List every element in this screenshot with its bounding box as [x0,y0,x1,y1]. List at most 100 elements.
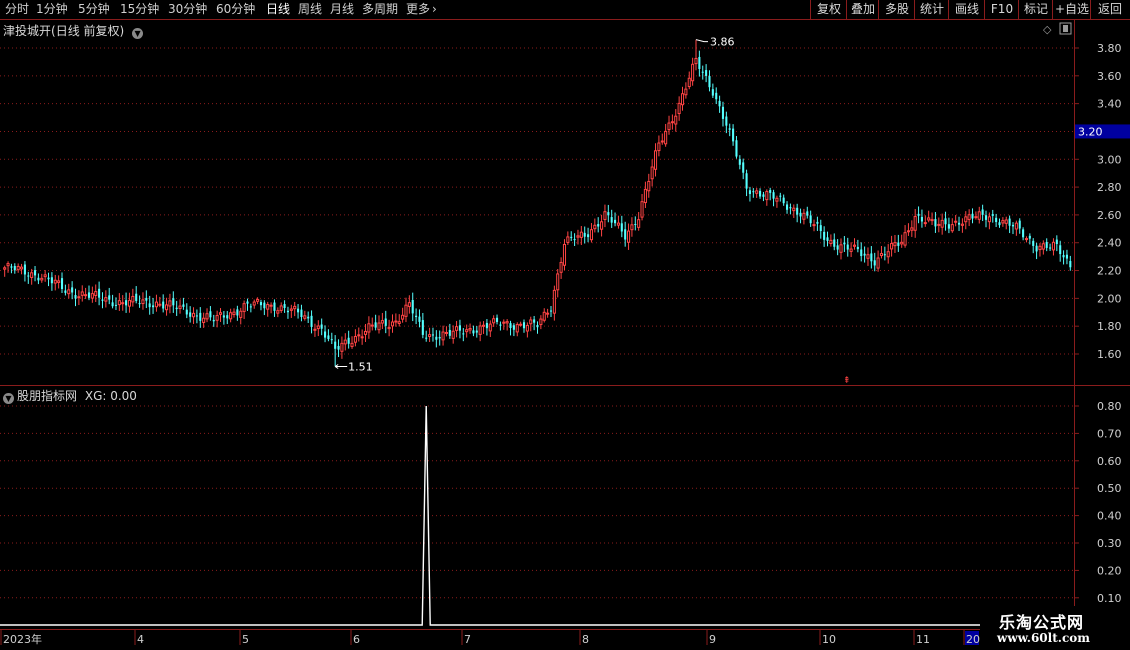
candle-body-up [316,325,320,330]
candle-body-up [684,88,688,96]
candle-body-up [293,305,297,310]
candle-body-down [796,207,799,215]
candle-body-down [748,190,751,194]
candle-body-down [711,89,714,96]
candle-body-up [1041,243,1045,250]
candle-body-up [755,190,759,194]
time-axis-label: 4 [137,633,144,646]
candle-body-up [849,248,853,252]
candle-body-down [1008,218,1011,226]
candle-body-up [168,300,172,307]
candle-body-up [313,328,317,331]
candle-body-up [630,224,634,231]
candle-body-down [860,249,863,257]
candle-body-down [533,319,536,323]
candle-body-up [3,267,7,270]
candle-body-down [856,246,859,250]
event-marker-icon[interactable]: ⇞ [843,376,851,386]
candle-body-up [340,342,344,352]
time-axis-label: 6 [353,633,360,646]
candle-body-down [634,224,637,226]
candle-body-up [539,318,543,326]
candle-body-up [492,318,496,324]
candle-body-down [300,309,303,317]
candle-body-down [1059,245,1062,255]
indicator-tick-label: 0.20 [1097,564,1122,577]
candle-body-up [279,305,283,311]
candle-body-down [246,301,249,304]
chart-canvas[interactable]: ◇ 3.80 3.60 3.40 3.20 3.00 2.80 2.60 2.40 2.20 2.… [0,0,1130,650]
candle-body-up [653,150,658,170]
candle-body-up [57,280,61,283]
candle-body-down [1069,261,1072,268]
candle-body-up [937,223,941,226]
candle-body-up [127,299,132,307]
indicator-tick-label: 0.60 [1097,455,1122,468]
candle-body-up [444,331,448,334]
candle-body-up [674,115,678,125]
candle-body-up [930,219,934,222]
price-tick-label: 1.80 [1097,320,1122,333]
candle-body-down [779,195,782,197]
candle-body-up [546,312,550,315]
candle-body-up [775,197,779,202]
candle-body-up [202,317,206,323]
candle-body-up [215,315,219,321]
candle-body-down [981,209,984,215]
candle-body-down [485,322,488,329]
candle-body-down [13,266,16,271]
candle-body-up [910,227,914,231]
candle-body-down [148,303,151,308]
candle-body-up [552,289,556,314]
candle-body-up [643,188,647,204]
candle-body-down [10,266,13,268]
candle-body-up [667,122,671,131]
candle-body-up [879,253,884,257]
price-tick-label: 2.40 [1097,237,1122,250]
watermark: 乐淘公式网 www.60lt.com [983,606,1130,650]
candle-body-up [519,323,523,326]
candle-body-up [350,342,354,347]
candle-body-up [30,272,34,278]
candle-body-down [863,253,866,256]
candle-body-down [47,277,50,280]
candle-body-down [374,322,377,328]
diamond-icon[interactable]: ◇ [1043,23,1052,36]
panel-frame [0,20,1130,630]
candle-body-up [502,321,506,324]
candle-body-up [556,273,560,291]
candle-body-down [536,325,539,328]
candle-body-up [154,301,158,308]
candle-body-up [256,298,260,302]
candle-body-down [620,223,623,232]
candle-body-down [421,320,424,335]
candle-body-up [812,224,816,227]
candle-body-up [906,230,910,233]
candle-body-up [616,222,620,226]
candle-body-up [576,235,580,238]
indicator-axis: 0.80 0.70 0.60 0.50 0.40 0.30 0.20 0.10 [1074,400,1122,605]
candle-body-up [343,339,347,345]
candle-body-up [987,216,991,223]
candle-body-down [549,310,553,312]
candle-body-up [562,243,567,266]
candle-body-down [806,211,809,216]
candle-body-up [121,302,125,305]
candle-body-down [624,229,627,240]
candle-body-up [593,224,597,230]
candle-body-up [53,279,57,284]
candle-body-down [708,76,711,88]
candle-body-down [74,295,77,299]
candle-body-down [98,288,101,298]
candle-body-up [357,334,361,337]
candle-body-down [145,297,148,301]
candle-body-down [721,106,725,119]
candle-body-down [472,330,475,334]
candle-body-up [927,217,931,221]
candle-body-up [974,216,978,219]
candle-body-up [657,142,661,152]
candle-body-up [694,57,698,65]
candle-body-up [876,257,880,269]
price-tick-label: 2.60 [1097,209,1122,222]
candle-body-up [84,294,88,297]
